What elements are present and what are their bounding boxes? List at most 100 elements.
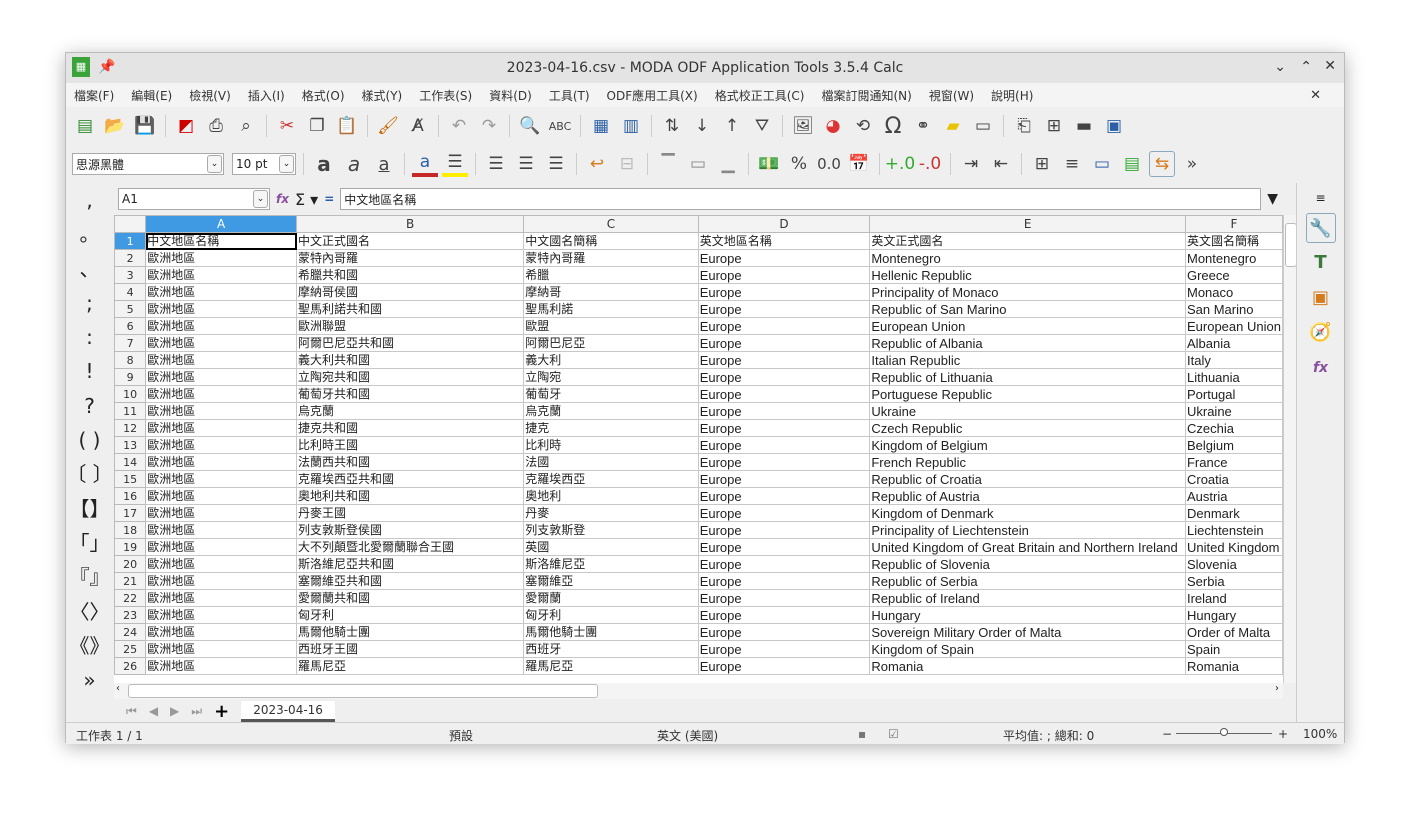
styles-icon[interactable]: T	[1306, 248, 1336, 278]
cell-c17[interactable]: 丹麥	[523, 504, 699, 522]
cell-e12[interactable]: Czech Republic	[869, 419, 1186, 437]
cell-d26[interactable]: Europe	[697, 657, 871, 675]
cell-b7[interactable]: 阿爾巴尼亞共和國	[295, 334, 525, 352]
name-box[interactable]: A1 ⌄	[118, 188, 270, 210]
cell-f5[interactable]: San Marino	[1184, 300, 1283, 318]
cell-a17[interactable]: 歐洲地區	[145, 504, 297, 522]
cell-b20[interactable]: 斯洛維尼亞共和國	[295, 555, 525, 573]
number-format-icon[interactable]: 0.0	[816, 151, 842, 177]
cell-c25[interactable]: 西班牙	[523, 640, 699, 658]
cell-f20[interactable]: Slovenia	[1184, 555, 1283, 573]
cell-f17[interactable]: Denmark	[1184, 504, 1283, 522]
add-sheet-icon[interactable]: +	[214, 701, 229, 722]
print-icon[interactable]: ⎙	[203, 113, 229, 139]
cell-d10[interactable]: Europe	[697, 385, 871, 403]
font-size-box[interactable]: 10 pt ⌄	[232, 153, 296, 175]
cell-c19[interactable]: 英國	[523, 538, 699, 556]
cell-f11[interactable]: Ukraine	[1184, 402, 1283, 420]
cell-e18[interactable]: Principality of Liechtenstein	[869, 521, 1186, 539]
cell-d19[interactable]: Europe	[697, 538, 871, 556]
cell-f1[interactable]: 英文國名簡稱	[1184, 232, 1283, 250]
cell-b19[interactable]: 大不列顛暨北愛爾蘭聯合王國	[295, 538, 525, 556]
cell-a22[interactable]: 歐洲地區	[145, 589, 297, 607]
cell-a25[interactable]: 歐洲地區	[145, 640, 297, 658]
row-header[interactable]: 26	[114, 657, 147, 675]
cell-d17[interactable]: Europe	[697, 504, 871, 522]
close-document-button[interactable]: ✕	[1310, 88, 1321, 103]
cell-a6[interactable]: 歐洲地區	[145, 317, 297, 335]
column-header-b[interactable]: B	[295, 215, 525, 233]
row-icon[interactable]: ▦	[588, 113, 614, 139]
cell-b10[interactable]: 葡萄牙共和國	[295, 385, 525, 403]
sidebar-toggle-icon[interactable]: ▣	[1101, 113, 1127, 139]
cell-d4[interactable]: Europe	[697, 283, 871, 301]
punctuation-button[interactable]: 「」	[66, 526, 113, 560]
pivot-table-icon[interactable]: ⟲	[850, 113, 876, 139]
cell-d22[interactable]: Europe	[697, 589, 871, 607]
menu-data[interactable]: 資料(D)	[489, 87, 532, 104]
cell-f4[interactable]: Monaco	[1184, 283, 1283, 301]
punctuation-button[interactable]: ( )	[66, 423, 113, 457]
cell-c21[interactable]: 塞爾維亞	[523, 572, 699, 590]
cell-e3[interactable]: Hellenic Republic	[869, 266, 1186, 284]
cell-e23[interactable]: Hungary	[869, 606, 1186, 624]
punctuation-button[interactable]: 〈〉	[66, 595, 113, 629]
cell-a12[interactable]: 歐洲地區	[145, 419, 297, 437]
cell-e16[interactable]: Republic of Austria	[869, 487, 1186, 505]
cell-f6[interactable]: European Union	[1184, 317, 1283, 335]
spreadsheet-grid[interactable]: ABCDEF 1 中文地區名稱 中文正式國名 中文國名簡稱 英文地區名稱 英文正式國名 英文…	[114, 215, 1283, 683]
cell-a4[interactable]: 歐洲地區	[145, 283, 297, 301]
punctuation-button[interactable]: :	[66, 320, 113, 354]
last-sheet-icon[interactable]: ⏭	[191, 704, 202, 719]
cell-b22[interactable]: 愛爾蘭共和國	[295, 589, 525, 607]
punctuation-button[interactable]: »	[66, 663, 113, 697]
menu-window[interactable]: 視窗(W)	[929, 87, 974, 104]
currency-icon[interactable]: 💵	[756, 151, 782, 177]
align-right-icon[interactable]: ☰	[543, 151, 569, 177]
row-header[interactable]: 4	[114, 283, 147, 301]
cell-a20[interactable]: 歐洲地區	[145, 555, 297, 573]
conditional-format-icon[interactable]: ▤	[1119, 151, 1145, 177]
row-header[interactable]: 22	[114, 589, 147, 607]
row-header[interactable]: 21	[114, 572, 147, 590]
column-header-a[interactable]: A	[145, 215, 297, 233]
cell-a14[interactable]: 歐洲地區	[145, 453, 297, 471]
sum-icon[interactable]: Σ ▾	[295, 190, 318, 209]
row-header[interactable]: 24	[114, 623, 147, 641]
cell-e13[interactable]: Kingdom of Belgium	[869, 436, 1186, 454]
cell-f15[interactable]: Croatia	[1184, 470, 1283, 488]
cell-b11[interactable]: 烏克蘭	[295, 402, 525, 420]
italic-icon[interactable]: a	[341, 151, 367, 177]
cell-f10[interactable]: Portugal	[1184, 385, 1283, 403]
row-header[interactable]: 20	[114, 555, 147, 573]
cell-b16[interactable]: 奧地利共和國	[295, 487, 525, 505]
cell-c2[interactable]: 蒙特內哥羅	[523, 249, 699, 267]
chart-icon[interactable]: ◕	[820, 113, 846, 139]
cell-e6[interactable]: European Union	[869, 317, 1186, 335]
menu-subscription[interactable]: 檔案訂閱通知(N)	[821, 87, 911, 104]
punctuation-button[interactable]: ;	[66, 286, 113, 320]
sort-ascending-icon[interactable]: ↓	[689, 113, 715, 139]
split-window-icon[interactable]: ▬	[1071, 113, 1097, 139]
cell-e14[interactable]: French Republic	[869, 453, 1186, 471]
cell-c20[interactable]: 斯洛維尼亞	[523, 555, 699, 573]
cell-d11[interactable]: Europe	[697, 402, 871, 420]
find-replace-icon[interactable]: 🔍	[517, 113, 543, 139]
align-left-icon[interactable]: ☰	[483, 151, 509, 177]
cell-c10[interactable]: 葡萄牙	[523, 385, 699, 403]
cell-d18[interactable]: Europe	[697, 521, 871, 539]
cell-f12[interactable]: Czechia	[1184, 419, 1283, 437]
cell-a5[interactable]: 歐洲地區	[145, 300, 297, 318]
cell-b23[interactable]: 匈牙利	[295, 606, 525, 624]
horizontal-scroll-thumb[interactable]	[128, 684, 598, 698]
cell-c23[interactable]: 匈牙利	[523, 606, 699, 624]
cell-b2[interactable]: 蒙特內哥羅	[295, 249, 525, 267]
sort-descending-icon[interactable]: ↑	[719, 113, 745, 139]
cell-f3[interactable]: Greece	[1184, 266, 1283, 284]
cell-b9[interactable]: 立陶宛共和國	[295, 368, 525, 386]
align-center-icon[interactable]: ☰	[513, 151, 539, 177]
comment-icon[interactable]: ▰	[940, 113, 966, 139]
font-name-box[interactable]: 思源黑體 ⌄	[72, 153, 224, 175]
close-button[interactable]: ✕	[1324, 58, 1336, 74]
decrease-indent-icon[interactable]: ⇤	[988, 151, 1014, 177]
